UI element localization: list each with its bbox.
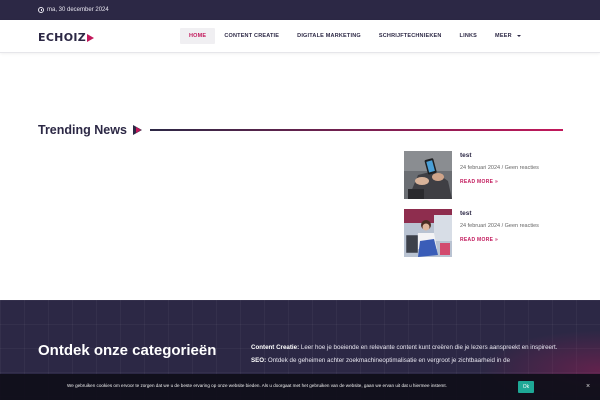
person-with-smartphone-image bbox=[404, 151, 452, 199]
post-title[interactable]: test bbox=[460, 152, 564, 159]
post-title[interactable]: test bbox=[460, 210, 564, 217]
post-date: 24 februari 2024 / Geen reacties bbox=[460, 165, 539, 171]
trending-title: Trending News bbox=[38, 123, 127, 137]
heading-divider bbox=[149, 129, 563, 131]
nav-item-meer[interactable]: MEER bbox=[486, 28, 530, 44]
logo-play-icon bbox=[87, 33, 95, 42]
trending-heading: Trending News bbox=[38, 122, 563, 138]
nav-item-links[interactable]: LINKS bbox=[451, 28, 487, 44]
logo-text: ECHOIZ bbox=[38, 31, 87, 44]
categories-description: Content Creatie: Leer hoe je boeiende en… bbox=[251, 343, 571, 365]
chevron-down-icon bbox=[516, 35, 521, 37]
category-text: Ontdek de geheimen achter zoekmachineopt… bbox=[267, 356, 511, 364]
nav-item-schrijftechnieken[interactable]: SCHRIJFTECHNIEKEN bbox=[370, 28, 451, 44]
current-date: ma, 30 december 2024 bbox=[47, 7, 109, 13]
categories-heading: Ontdek onze categorieën bbox=[38, 342, 217, 359]
post-date: 24 februari 2024 / Geen reacties bbox=[460, 223, 539, 229]
nav-item-digitale-marketing[interactable]: DIGITALE MARKETING bbox=[288, 28, 370, 44]
nav-item-meer-label: MEER bbox=[495, 33, 512, 39]
play-arrow-icon bbox=[132, 125, 142, 135]
read-more-link[interactable]: READ MORE » bbox=[460, 179, 564, 185]
post-card: test 24 februari 2024 / Geen reacties RE… bbox=[404, 151, 564, 199]
read-more-link[interactable]: READ MORE » bbox=[460, 237, 564, 243]
post-meta: test 24 februari 2024 / Geen reacties RE… bbox=[460, 209, 564, 243]
post-meta: test 24 februari 2024 / Geen reacties RE… bbox=[460, 151, 564, 185]
main-nav: HOME CONTENT CREATIE DIGITALE MARKETING … bbox=[180, 28, 530, 44]
category-label[interactable]: Content Creatie: bbox=[251, 344, 299, 351]
nav-item-home[interactable]: HOME bbox=[180, 28, 216, 44]
top-bar: ma, 30 december 2024 bbox=[0, 0, 600, 20]
cookie-message: We gebruiken cookies om ervoor te zorgen… bbox=[67, 383, 447, 388]
site-header: ECHOIZ HOME CONTENT CREATIE DIGITALE MAR… bbox=[0, 20, 600, 53]
cookie-banner: We gebruiken cookies om ervoor te zorgen… bbox=[0, 374, 600, 400]
close-icon[interactable]: × bbox=[586, 383, 590, 390]
site-logo[interactable]: ECHOIZ bbox=[38, 31, 95, 44]
category-text: Leer hoe je boeiende en relevante conten… bbox=[300, 344, 558, 351]
clock-icon bbox=[38, 7, 44, 13]
post-card: test 24 februari 2024 / Geen reacties RE… bbox=[404, 209, 564, 257]
nav-item-content-creatie[interactable]: CONTENT CREATIE bbox=[215, 28, 288, 44]
category-label[interactable]: SEO: bbox=[251, 357, 266, 364]
person-with-luggage-image bbox=[404, 209, 452, 257]
category-item: SEO: Ontdek de geheimen achter zoekmachi… bbox=[251, 356, 571, 366]
post-thumbnail[interactable] bbox=[404, 209, 452, 257]
cookie-ok-button[interactable]: Ok bbox=[518, 381, 534, 393]
post-thumbnail[interactable] bbox=[404, 151, 452, 199]
category-item: Content Creatie: Leer hoe je boeiende en… bbox=[251, 343, 571, 353]
